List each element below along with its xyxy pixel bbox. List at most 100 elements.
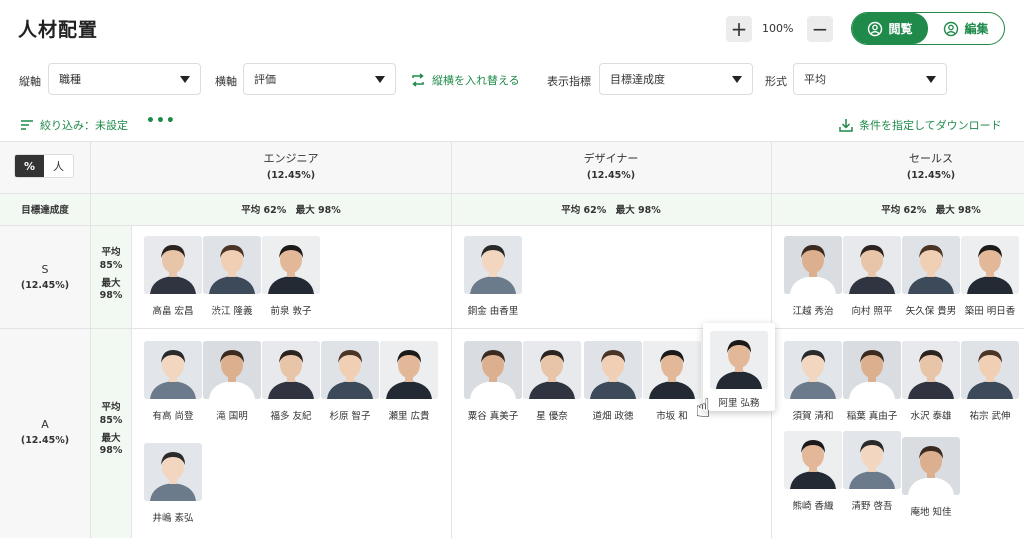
user-circle-icon [868, 21, 883, 36]
person-card[interactable]: 杉原 智子 [321, 341, 379, 422]
divider [0, 193, 1024, 194]
person-name: 粟谷 真美子 [467, 411, 519, 422]
person-card[interactable]: 江越 秀治 [784, 236, 842, 317]
person-photo [902, 341, 960, 399]
max-value: 98% [99, 445, 123, 457]
metric-select[interactable]: 目標達成度 [599, 63, 753, 95]
person-card[interactable]: 滝 国明 [203, 341, 261, 422]
person-name: 水沢 泰雄 [910, 411, 952, 422]
person-photo [523, 341, 581, 399]
divider [90, 141, 91, 538]
horizontal-axis-select[interactable]: 評価 [243, 63, 396, 95]
person-card[interactable]: 有高 尚登 [144, 341, 202, 422]
horizontal-axis-value: 評価 [254, 73, 276, 86]
horizontal-axis-label: 横軸 [215, 75, 237, 88]
dragging-person-card[interactable]: 阿里 弘務 [703, 323, 775, 411]
format-select[interactable]: 平均 [793, 63, 947, 95]
person-photo [464, 341, 522, 399]
zoom-level: 100% [762, 22, 794, 35]
person-card[interactable]: 銅金 由香里 [464, 236, 522, 317]
row-header-s[interactable]: S (12.45%) [0, 263, 90, 291]
more-options-button[interactable]: ••• [146, 113, 176, 129]
chevron-down-icon [375, 75, 385, 83]
unit-percent-button[interactable]: % [15, 155, 44, 177]
person-card[interactable]: 前泉 敦子 [262, 236, 320, 317]
swap-axes-label: 縦横を入れ替える [432, 74, 520, 87]
download-icon [839, 119, 853, 132]
zoom-out-button[interactable]: − [807, 16, 833, 42]
person-name: 福多 友紀 [270, 411, 312, 422]
unit-toggle: % 人 [14, 154, 74, 178]
column-name: デザイナー [583, 152, 639, 165]
person-card[interactable]: 庵地 知佳 [902, 437, 960, 518]
person-card[interactable]: 渋江 隆義 [203, 236, 261, 317]
person-card[interactable]: 須賀 清和 [784, 341, 842, 422]
person-card[interactable]: 向村 照平 [843, 236, 901, 317]
column-stats: 平均 62% 最大 98% [561, 205, 661, 216]
person-name: 杉原 智子 [329, 411, 371, 422]
column-name: セールス [909, 152, 953, 165]
column-header-sales[interactable]: セールス (12.45%) [771, 150, 1024, 181]
person-photo [144, 443, 202, 501]
person-photo [843, 431, 901, 489]
person-card[interactable]: 祐宗 武伸 [961, 341, 1019, 422]
max-label: 最大 [101, 277, 121, 289]
person-name: 滝 国明 [216, 411, 248, 422]
column-header-designer[interactable]: デザイナー (12.45%) [451, 150, 771, 181]
person-photo [843, 341, 901, 399]
person-name: 星 優奈 [536, 411, 568, 422]
person-name: 渋江 隆義 [211, 306, 253, 317]
filter-button[interactable]: 絞り込み：未設定 [20, 117, 128, 133]
person-photo [262, 236, 320, 294]
person-card[interactable]: 熊崎 香織 [784, 431, 842, 512]
person-card[interactable]: 清野 啓吾 [843, 431, 901, 512]
max-value: 98% [99, 290, 123, 302]
person-photo [784, 341, 842, 399]
row-percentage: (12.45%) [20, 435, 70, 446]
person-photo [464, 236, 522, 294]
download-button[interactable]: 条件を指定してダウンロード [838, 117, 1002, 133]
column-header-engineer[interactable]: エンジニア (12.45%) [131, 150, 451, 181]
person-card[interactable]: 井嶋 素弘 [144, 443, 202, 524]
filter-lines-icon [21, 120, 33, 130]
person-name: 瀬里 広貴 [388, 411, 430, 422]
person-card[interactable]: 瀬里 広貴 [380, 341, 438, 422]
edit-mode-button[interactable]: 編集 [928, 13, 1004, 44]
row-stats-a: 平均 85% 最大 98% [92, 402, 130, 458]
chevron-down-icon [180, 75, 190, 83]
person-card[interactable]: 矢久保 貴男 [902, 236, 960, 317]
metric-row-label: 目標達成度 [21, 205, 69, 216]
person-card[interactable]: 粟谷 真美子 [464, 341, 522, 422]
filter-label: 絞り込み：未設定 [40, 119, 128, 132]
person-photo [843, 236, 901, 294]
person-name: 江越 秀治 [792, 306, 834, 317]
column-stats: 平均 62% 最大 98% [881, 205, 981, 216]
person-card[interactable]: 福多 友紀 [262, 341, 320, 422]
metric-label: 表示指標 [547, 75, 591, 88]
person-card[interactable]: 高畠 宏昌 [144, 236, 202, 317]
person-photo [321, 341, 379, 399]
page-title: 人材配置 [18, 19, 99, 41]
person-card[interactable]: 道畑 政徳 [584, 341, 642, 422]
swap-axes-button[interactable]: 縦横を入れ替える [410, 72, 520, 88]
person-card[interactable]: 水沢 泰雄 [902, 341, 960, 422]
person-name: 前泉 敦子 [270, 306, 312, 317]
person-card[interactable]: 築田 明日香 [961, 236, 1019, 317]
person-card[interactable]: 稲葉 真由子 [843, 341, 901, 422]
person-card[interactable]: 市坂 和 [643, 341, 701, 422]
person-photo [902, 236, 960, 294]
zoom-in-button[interactable]: + [726, 16, 752, 42]
vertical-axis-value: 職種 [59, 73, 81, 86]
avg-label: 平均 [101, 247, 121, 258]
format-label: 形式 [765, 75, 787, 88]
view-mode-button[interactable]: 閲覧 [852, 13, 928, 44]
person-photo [784, 431, 842, 489]
person-photo [784, 236, 842, 294]
row-header-a[interactable]: A (12.45%) [0, 418, 90, 446]
person-photo [144, 236, 202, 294]
person-name: 市坂 和 [656, 411, 688, 422]
person-card[interactable]: 星 優奈 [523, 341, 581, 422]
vertical-axis-select[interactable]: 職種 [48, 63, 201, 95]
unit-person-button[interactable]: 人 [44, 155, 73, 177]
person-name: 庵地 知佳 [910, 507, 952, 518]
